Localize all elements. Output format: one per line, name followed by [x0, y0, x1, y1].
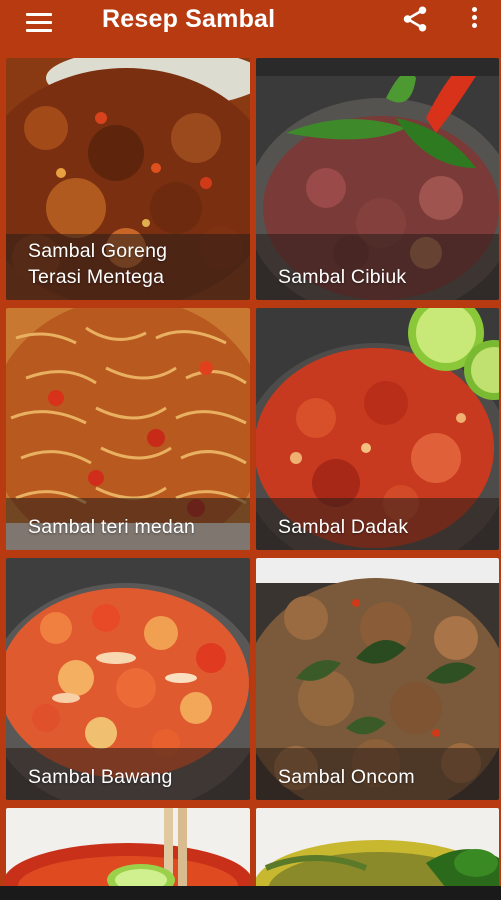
app-bar: Resep Sambal [0, 0, 501, 52]
more-vert-icon[interactable] [464, 5, 484, 33]
recipe-photo [256, 808, 499, 888]
share-icon[interactable] [400, 4, 430, 34]
hamburger-menu-icon[interactable] [26, 8, 56, 38]
recipe-title: Sambal Oncom [278, 766, 415, 788]
recipe-title: Sambal Dadak [278, 516, 409, 538]
recipe-card[interactable]: Sambal Oncom [256, 558, 499, 800]
recipe-card[interactable]: Sambal Cibiuk [256, 58, 499, 300]
recipe-title: Sambal Goreng Terasi Mentega [28, 240, 168, 288]
recipe-card[interactable]: Sambal Bawang [6, 558, 250, 800]
recipe-grid: Sambal Goreng Terasi Mentega Sambal Cibi… [0, 52, 501, 900]
recipe-title: Sambal Cibiuk [278, 266, 407, 288]
recipe-photo [6, 808, 250, 888]
recipe-title: Sambal Bawang [28, 766, 173, 788]
recipe-title: Sambal teri medan [28, 516, 196, 538]
recipe-card[interactable] [256, 808, 499, 888]
recipe-card[interactable] [6, 808, 250, 888]
recipe-card[interactable]: Sambal teri medan [6, 308, 250, 550]
app-title: Resep Sambal [102, 5, 276, 33]
recipe-card[interactable]: Sambal Dadak [256, 308, 499, 550]
recipe-card[interactable]: Sambal Goreng Terasi Mentega [6, 58, 250, 300]
system-navigation-bar [0, 886, 501, 900]
